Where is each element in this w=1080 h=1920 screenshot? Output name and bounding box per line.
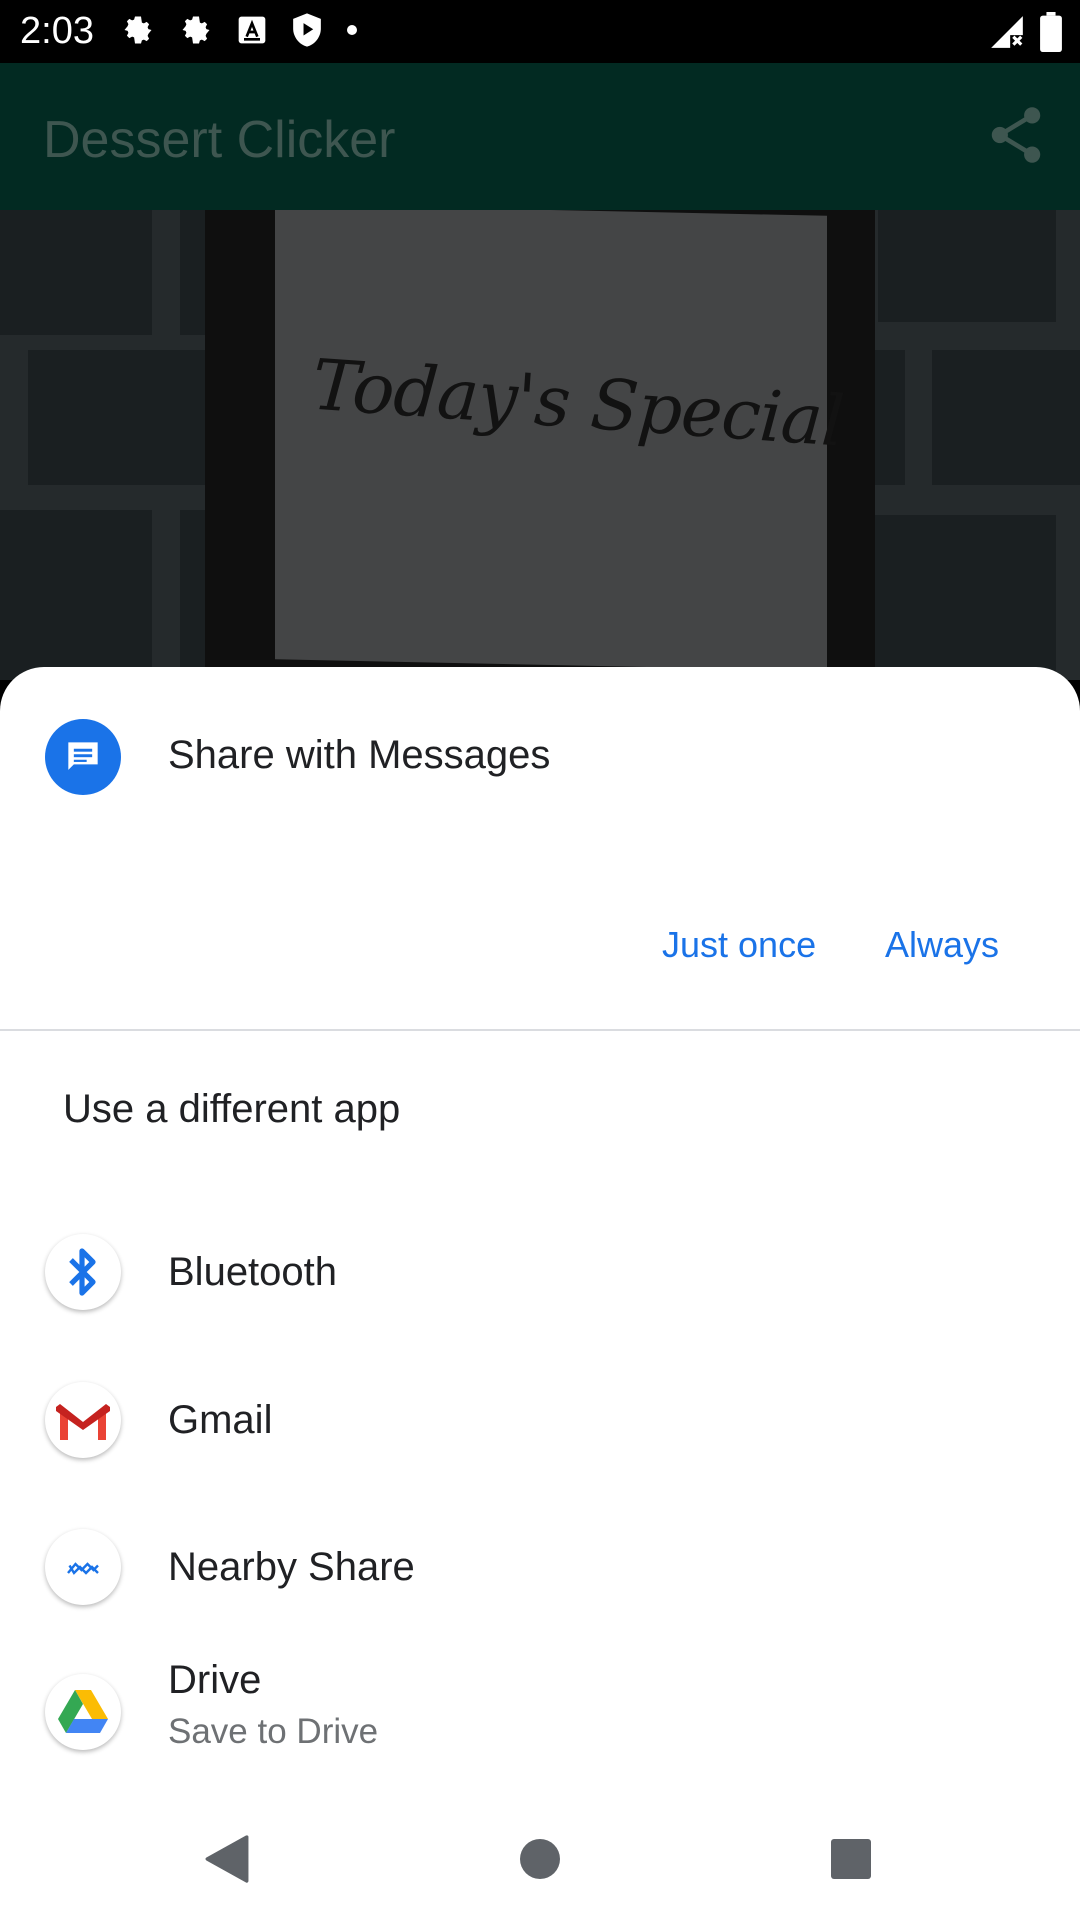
app-title: Dessert Clicker (43, 111, 396, 169)
navigation-bar (0, 1806, 1080, 1920)
divider (0, 1029, 1080, 1031)
more-notifications-dot-icon (347, 25, 357, 35)
share-with-messages-row: Share with Messages (0, 707, 1080, 827)
system-status-icons (988, 12, 1062, 52)
share-bottom-sheet: Share with Messages Just once Always Use… (0, 667, 1080, 1806)
just-once-button[interactable]: Just once (662, 923, 816, 967)
app-item-label: Bluetooth (168, 1250, 338, 1294)
recents-icon[interactable] (831, 1839, 871, 1879)
bluetooth-icon (45, 1234, 121, 1310)
messages-icon (45, 719, 121, 795)
back-icon[interactable] (205, 1834, 249, 1884)
home-icon[interactable] (520, 1839, 560, 1879)
app-item-drive[interactable]: Drive Save to Drive (0, 1654, 1080, 1774)
always-button[interactable]: Always (885, 923, 999, 967)
gmail-icon (45, 1382, 121, 1458)
status-bar: 2:03 (0, 0, 1080, 63)
status-time: 2:03 (20, 10, 94, 52)
app-item-label: Drive (168, 1658, 262, 1702)
battery-icon (1040, 12, 1062, 52)
drive-icon (45, 1674, 121, 1750)
play-protect-icon (293, 13, 321, 47)
notification-icons (120, 12, 358, 48)
signal-icon (991, 16, 1023, 48)
app-item-gmail[interactable]: Gmail (0, 1360, 1080, 1480)
app-item-bluetooth[interactable]: Bluetooth (0, 1212, 1080, 1332)
dessert-hero-image: Today's Special (0, 210, 1080, 680)
app-item-nearby-share[interactable]: Nearby Share (0, 1507, 1080, 1627)
app-item-sublabel: Save to Drive (168, 1712, 379, 1751)
settings-icon (124, 16, 152, 44)
share-with-messages-title: Share with Messages (168, 733, 551, 777)
app-item-label: Gmail (168, 1398, 273, 1442)
app-item-label: Nearby Share (168, 1545, 415, 1589)
use-different-app-label: Use a different app (63, 1087, 401, 1131)
share-icon[interactable] (988, 105, 1044, 165)
text-recognition-icon (238, 16, 266, 44)
nearby-share-icon (45, 1529, 121, 1605)
settings-icon (182, 16, 210, 44)
